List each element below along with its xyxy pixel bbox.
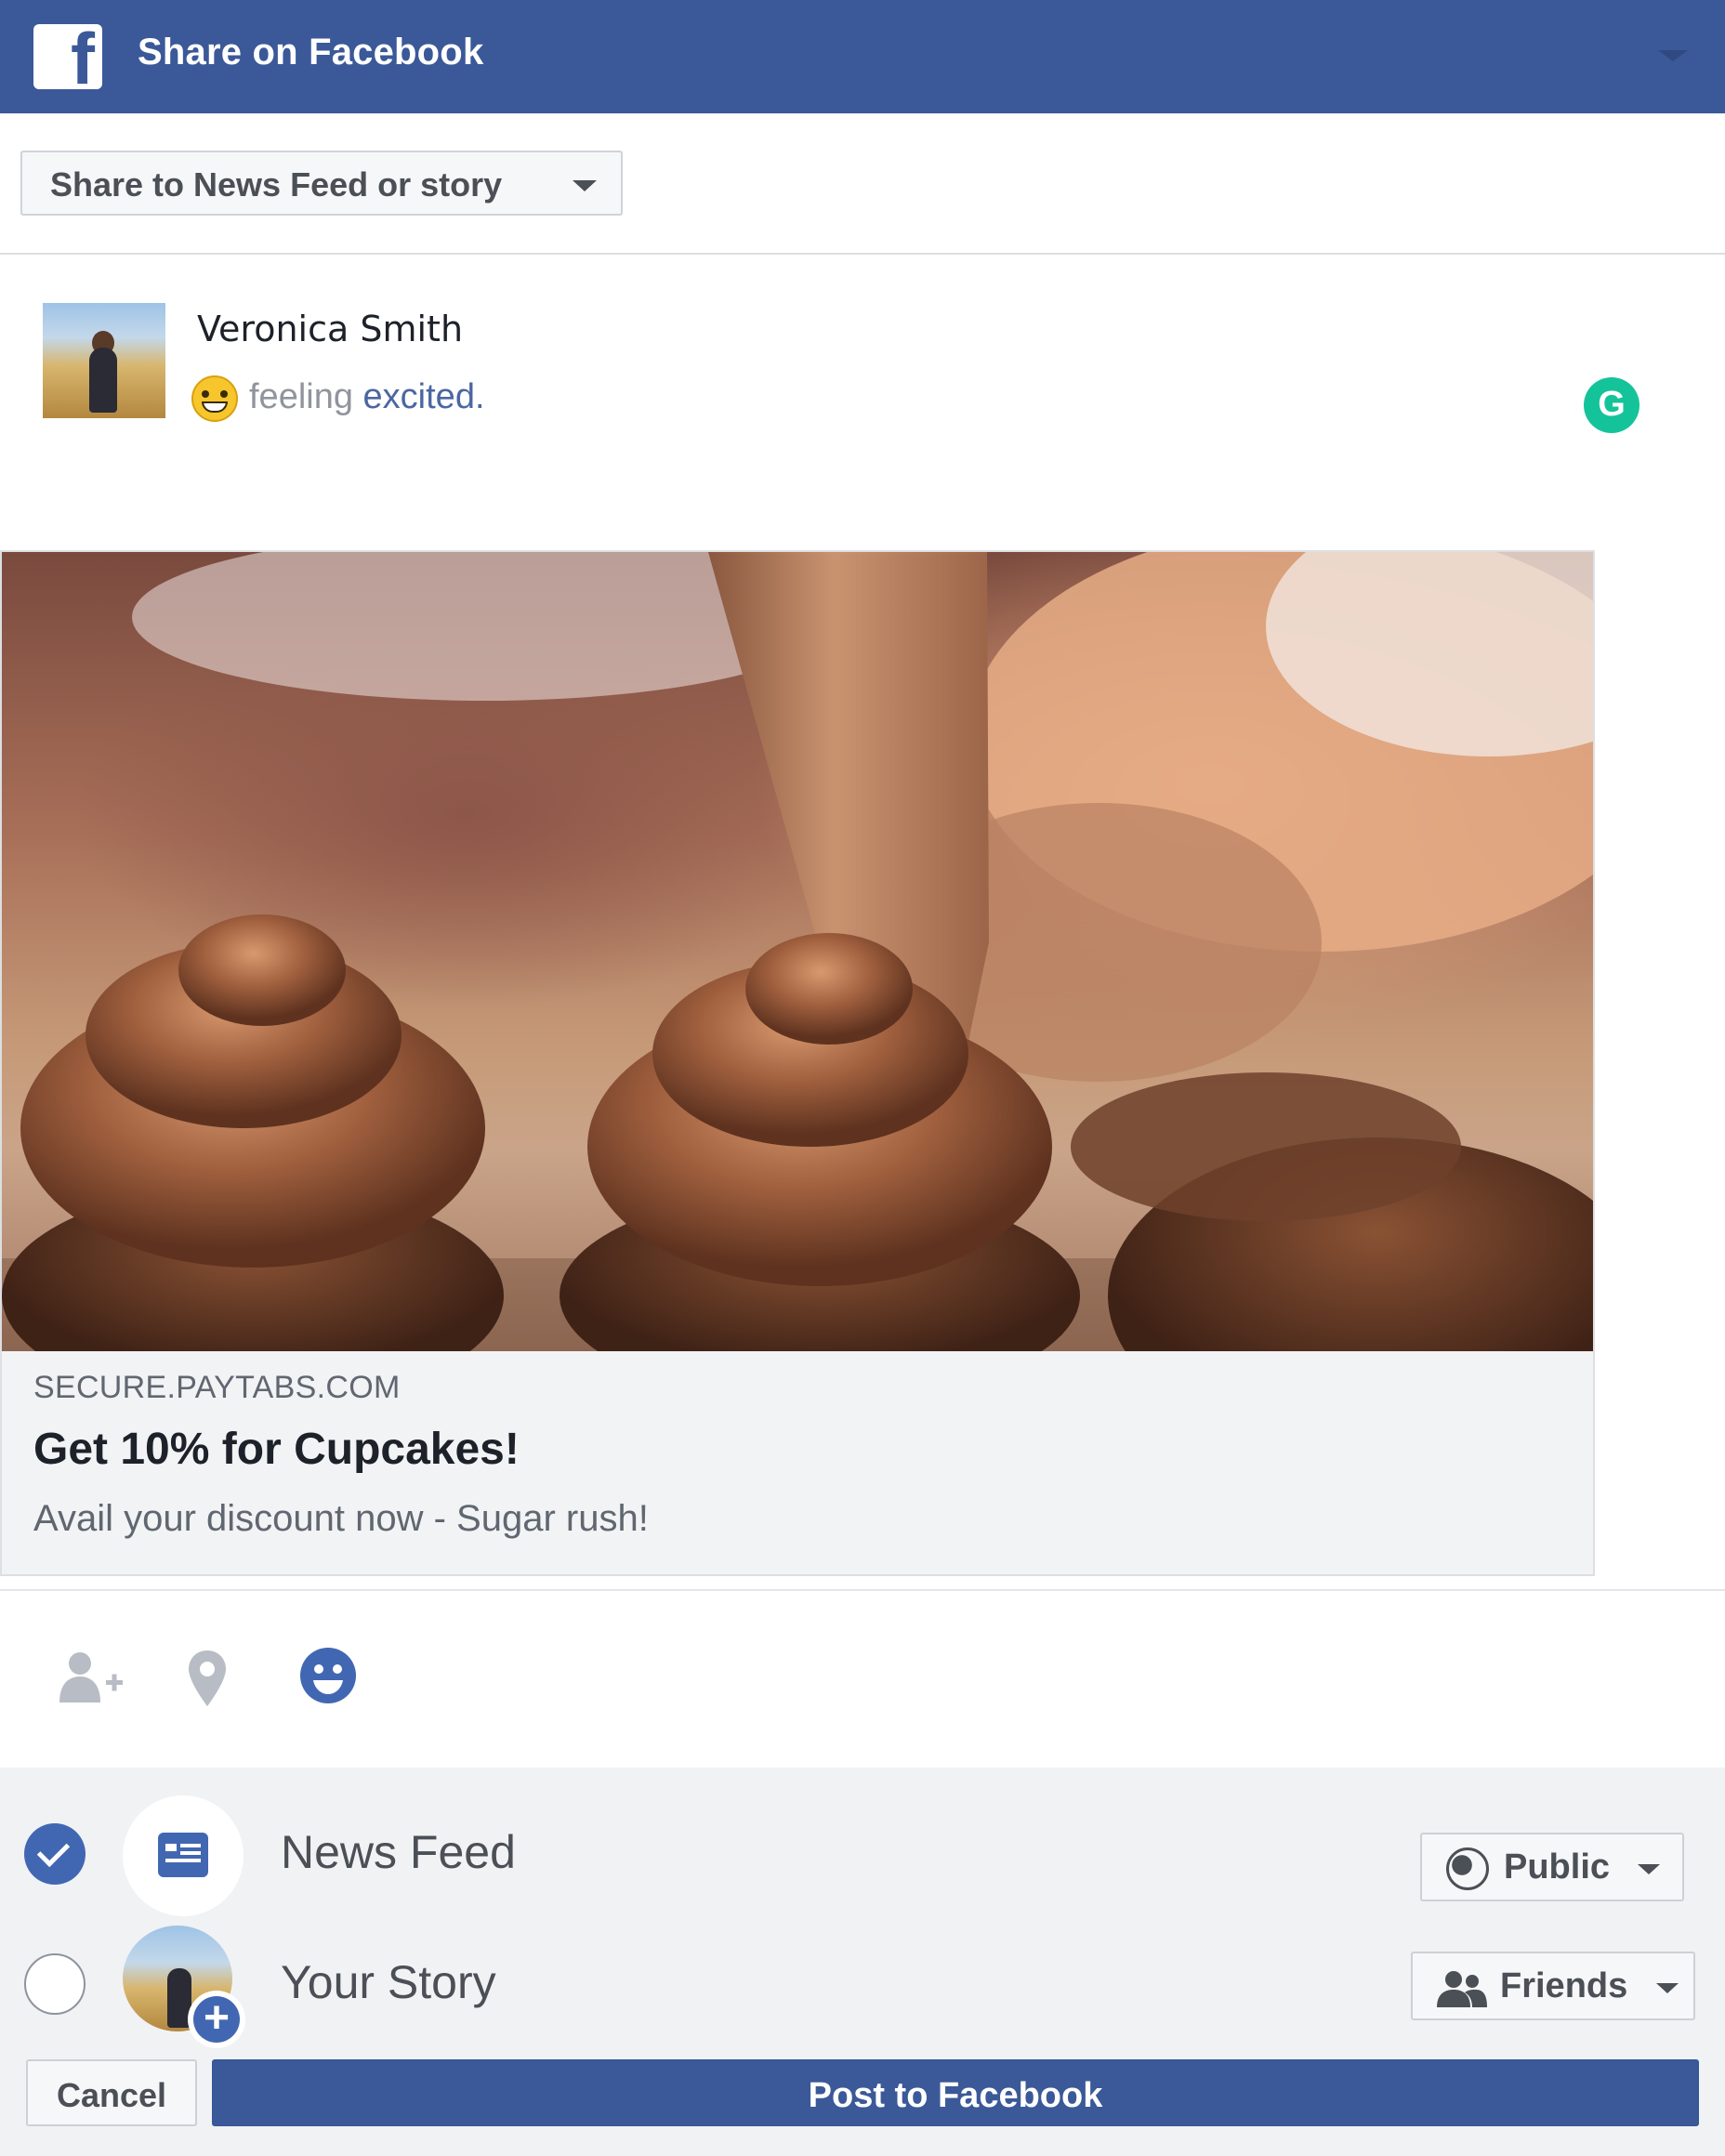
add-story-icon: + — [188, 1991, 245, 2048]
caret-down-icon — [573, 180, 597, 191]
avatar — [43, 303, 165, 418]
news-feed-label: News Feed — [281, 1826, 516, 1878]
link-preview-card[interactable]: SECURE.PAYTABS.COM Get 10% for Cupcakes!… — [0, 550, 1595, 1576]
caret-down-icon — [1656, 1983, 1679, 1993]
grinning-face-emoji-icon — [191, 375, 238, 422]
chevron-down-icon[interactable] — [1658, 50, 1688, 61]
tag-people-icon[interactable] — [56, 1649, 126, 1704]
facebook-logo-icon: f — [33, 24, 102, 89]
audience-friends-label: Friends — [1500, 1966, 1628, 2005]
share-target-label: Share to News Feed or story — [50, 165, 503, 204]
feeling-prefix: feeling — [249, 377, 353, 416]
post-to-facebook-button[interactable]: Post to Facebook — [212, 2059, 1699, 2126]
caret-down-icon — [1638, 1864, 1660, 1874]
your-story-checkbox[interactable] — [24, 1953, 86, 2015]
location-pin-icon[interactable] — [186, 1649, 229, 1708]
news-feed-icon — [123, 1795, 244, 1916]
audience-friends-dropdown[interactable]: Friends — [1411, 1952, 1695, 2020]
feeling-face-icon[interactable] — [299, 1647, 357, 1704]
divider — [0, 1589, 1725, 1591]
grammarly-icon[interactable]: G — [1584, 377, 1639, 433]
dialog-header: f Share on Facebook — [0, 0, 1725, 113]
share-target-dropdown[interactable]: Share to News Feed or story — [20, 151, 623, 216]
feeling-value: excited. — [362, 377, 485, 416]
link-description: Avail your discount now - Sugar rush! — [33, 1498, 649, 1539]
link-title: Get 10% for Cupcakes! — [33, 1425, 520, 1474]
link-domain: SECURE.PAYTABS.COM — [33, 1370, 401, 1405]
divider — [0, 253, 1725, 255]
dialog-title: Share on Facebook — [138, 32, 484, 72]
your-story-label: Your Story — [281, 1956, 496, 2008]
friends-icon — [1437, 1971, 1487, 2007]
cupcakes-preview-image — [2, 552, 1593, 1351]
audience-public-label: Public — [1504, 1847, 1611, 1886]
globe-icon — [1446, 1847, 1489, 1890]
news-feed-checkbox[interactable] — [24, 1823, 86, 1885]
cancel-button[interactable]: Cancel — [26, 2059, 197, 2126]
feeling-status[interactable]: feeling excited. — [249, 377, 485, 417]
audience-public-dropdown[interactable]: Public — [1420, 1833, 1684, 1901]
user-name: Veronica Smith — [197, 309, 464, 349]
